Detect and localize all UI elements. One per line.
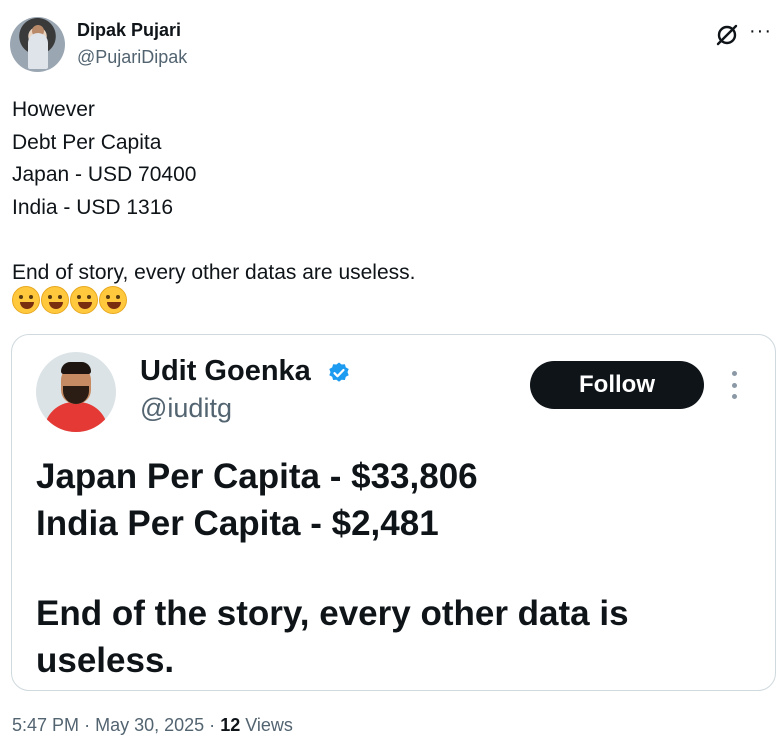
grinning-face-icon <box>12 286 40 314</box>
tweet-time[interactable]: 5:47 PM <box>12 715 79 735</box>
quoted-line: Japan Per Capita - $33,806 <box>36 457 478 496</box>
author-avatar[interactable] <box>10 17 65 72</box>
tweet-line: India - USD 1316 <box>12 195 174 219</box>
meta-separator: · <box>84 715 91 735</box>
avatar-hair <box>61 362 91 374</box>
quoted-text-2: End of the story, every other data is us… <box>36 590 629 684</box>
author-name[interactable]: Dipak Pujari <box>77 20 181 41</box>
grok-icon[interactable] <box>714 22 740 48</box>
face-with-tears-of-joy-icon <box>41 286 69 314</box>
tweet-line: However <box>12 98 95 121</box>
tweet-date[interactable]: May 30, 2025 <box>95 715 204 735</box>
quoted-text: Japan Per Capita - $33,806 India Per Cap… <box>36 453 478 547</box>
quoted-line: useless. <box>36 641 175 680</box>
avatar-figure <box>28 33 48 69</box>
avatar-shirt <box>44 402 108 432</box>
views-label: Views <box>245 715 293 735</box>
quoted-author-name[interactable]: Udit Goenka <box>140 355 311 388</box>
more-icon[interactable]: ··· <box>749 20 775 46</box>
views-count: 12 <box>220 715 241 735</box>
tweet-line <box>12 224 752 257</box>
verified-badge-icon <box>329 362 349 382</box>
meta-separator: · <box>209 715 216 735</box>
quoted-line: End of the story, every other data is <box>36 594 629 633</box>
follow-button[interactable]: Follow <box>530 361 704 409</box>
tweet-meta: 5:47 PM · May 30, 2025 · 12 Views <box>12 715 293 736</box>
tweet-text: However Debt Per Capita Japan - USD 7040… <box>12 94 752 289</box>
rolling-on-floor-laughing-icon <box>70 286 98 314</box>
zany-face-icon <box>99 286 127 314</box>
tweet-line: Debt Per Capita <box>12 130 162 154</box>
author-handle[interactable]: @PujariDipak <box>77 47 187 68</box>
quoted-tweet-card[interactable]: Udit Goenka @iuditg Follow Japan Per Cap… <box>11 334 776 691</box>
quoted-line: India Per Capita - $2,481 <box>36 504 439 543</box>
vertical-more-icon[interactable] <box>730 371 738 399</box>
emoji-row <box>12 286 127 318</box>
tweet-line: End of story, every other datas are usel… <box>12 260 416 284</box>
quoted-avatar[interactable] <box>36 352 116 432</box>
tweet-line: Japan - USD 70400 <box>12 163 197 186</box>
quoted-author-handle[interactable]: @iuditg <box>140 393 232 424</box>
